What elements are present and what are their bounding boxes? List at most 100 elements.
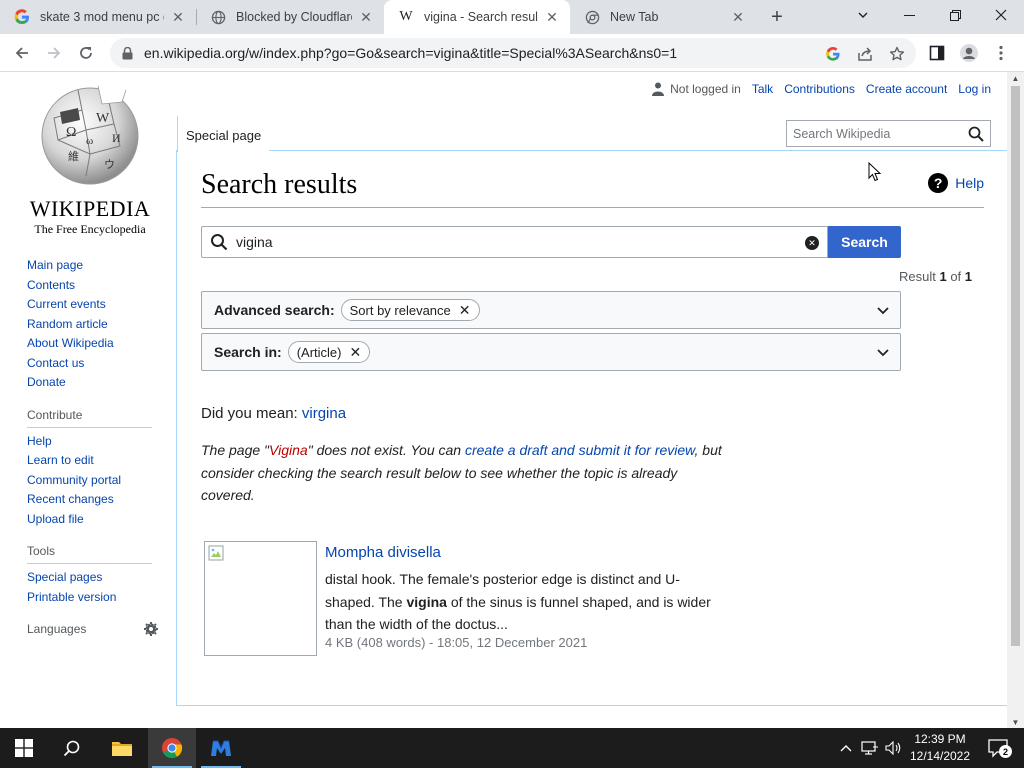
create-draft-link[interactable]: create a draft and submit it for review <box>465 442 695 458</box>
clear-icon[interactable]: ✕ <box>805 236 819 250</box>
sidebar-item-special-pages[interactable]: Special pages <box>27 568 167 588</box>
sidebar-item-upload-file[interactable]: Upload file <box>27 510 167 530</box>
contributions-link[interactable]: Contributions <box>784 82 855 96</box>
taskbar-chrome[interactable] <box>148 728 196 768</box>
search-form: vigina ✕ Search <box>201 226 901 258</box>
taskbar-malwarebytes[interactable] <box>197 728 245 768</box>
side-panel-button[interactable] <box>926 42 948 64</box>
scroll-thumb[interactable] <box>1011 86 1020 646</box>
header-search-input[interactable]: Search Wikipedia <box>786 120 991 147</box>
page-scrollbar[interactable]: ▲ ▼ <box>1007 72 1024 728</box>
result-title-link[interactable]: Mompha divisella <box>325 544 441 561</box>
share-icon[interactable] <box>856 45 874 63</box>
close-icon[interactable]: ✕ <box>170 9 186 25</box>
gear-icon[interactable] <box>143 621 159 637</box>
sidebar-item-donate[interactable]: Donate <box>27 373 167 393</box>
help-link[interactable]: ? Help <box>928 173 984 193</box>
talk-link[interactable]: Talk <box>752 82 773 96</box>
sidebar-item-about[interactable]: About Wikipedia <box>27 334 167 354</box>
close-icon[interactable]: ✕ <box>730 9 746 25</box>
sidebar-item-contact[interactable]: Contact us <box>27 354 167 374</box>
sidebar-item-community-portal[interactable]: Community portal <box>27 471 167 491</box>
back-button[interactable] <box>10 41 34 65</box>
tab-search-button[interactable] <box>840 0 886 30</box>
taskbar-file-explorer[interactable] <box>98 728 146 768</box>
close-icon[interactable]: ✕ <box>358 9 374 25</box>
chrome-icon <box>162 738 183 759</box>
sidebar-item-recent-changes[interactable]: Recent changes <box>27 490 167 510</box>
sidebar-item-random-article[interactable]: Random article <box>27 315 167 335</box>
bookmark-star-icon[interactable] <box>888 45 906 63</box>
sidebar-item-help[interactable]: Help <box>27 432 167 452</box>
address-bar[interactable]: en.wikipedia.org/w/index.php?go=Go&searc… <box>110 38 916 68</box>
restore-button[interactable] <box>932 0 978 30</box>
did-you-mean-link[interactable]: virgina <box>302 405 346 422</box>
sidebar-heading-contribute: Contribute <box>27 407 152 428</box>
search-icon[interactable] <box>968 126 984 142</box>
svg-text:W: W <box>96 111 110 126</box>
action-center-button[interactable]: 2 <box>988 738 1012 758</box>
sidebar-item-current-events[interactable]: Current events <box>27 295 167 315</box>
advanced-search-panel[interactable]: Advanced search: Sort by relevance ✕ <box>201 291 901 329</box>
chevron-down-icon[interactable] <box>876 303 890 317</box>
kebab-menu-icon <box>999 45 1003 61</box>
chevron-down-icon[interactable] <box>876 345 890 359</box>
create-account-link[interactable]: Create account <box>866 82 947 96</box>
folder-icon <box>112 742 132 756</box>
tab-google-search[interactable]: skate 3 mod menu pc d ✕ <box>0 0 196 34</box>
scroll-down-icon[interactable]: ▼ <box>1011 718 1020 727</box>
windows-taskbar: 12:39 PM 12/14/2022 2 <box>0 728 1024 768</box>
tab-special-page[interactable]: Special page <box>177 116 270 153</box>
taskbar-search-button[interactable] <box>48 728 96 768</box>
forward-button[interactable] <box>42 41 66 65</box>
log-in-link[interactable]: Log in <box>958 82 991 96</box>
result-snippet: distal hook. The female's posterior edge… <box>325 568 725 636</box>
search-icon <box>211 234 228 251</box>
close-icon[interactable]: ✕ <box>459 302 471 319</box>
sidebar-item-main-page[interactable]: Main page <box>27 256 167 276</box>
tab-new-tab[interactable]: New Tab ✕ <box>570 0 756 34</box>
sort-chip[interactable]: Sort by relevance ✕ <box>340 299 480 321</box>
scroll-up-icon[interactable]: ▲ <box>1011 74 1020 83</box>
notification-count: 2 <box>999 745 1012 758</box>
close-icon[interactable]: ✕ <box>349 344 361 361</box>
result-thumbnail[interactable] <box>204 541 317 656</box>
help-label: Help <box>955 175 984 191</box>
arrow-right-icon <box>48 47 61 59</box>
close-window-button[interactable] <box>978 0 1024 30</box>
tab-wikipedia-search[interactable]: W vigina - Search results ✕ <box>384 0 570 34</box>
volume-icon[interactable] <box>884 738 904 758</box>
lock-icon[interactable] <box>122 46 136 60</box>
header-search-placeholder: Search Wikipedia <box>793 126 891 141</box>
namespace-chip-label: (Article) <box>296 344 342 360</box>
start-button[interactable] <box>0 728 48 768</box>
chrome-menu-button[interactable] <box>990 42 1012 64</box>
red-page-link[interactable]: Vigina <box>269 442 308 458</box>
restore-icon <box>949 9 961 21</box>
logo-tagline: The Free Encyclopedia <box>34 222 146 236</box>
search-button[interactable]: Search <box>828 226 901 258</box>
sidebar-item-contents[interactable]: Contents <box>27 276 167 296</box>
page-title: Search results <box>201 169 358 200</box>
network-icon[interactable] <box>860 738 880 758</box>
svg-text:ω: ω <box>86 135 93 147</box>
search-in-panel[interactable]: Search in: (Article) ✕ <box>201 333 901 371</box>
tab-cloudflare[interactable]: Blocked by Cloudflare ✕ <box>196 0 384 34</box>
sidebar-item-learn-to-edit[interactable]: Learn to edit <box>27 451 167 471</box>
taskbar-clock[interactable]: 12:39 PM 12/14/2022 <box>906 731 974 765</box>
reload-button[interactable] <box>74 41 98 65</box>
minimize-button[interactable] <box>886 0 932 30</box>
clock-time: 12:39 PM <box>914 732 966 746</box>
notice-text: The page " <box>201 442 270 458</box>
close-icon[interactable]: ✕ <box>544 9 560 25</box>
new-tab-button[interactable]: + <box>766 6 788 28</box>
search-input[interactable]: vigina ✕ <box>201 226 828 258</box>
sidebar-item-printable-version[interactable]: Printable version <box>27 588 167 608</box>
windows-logo-icon <box>15 739 33 757</box>
namespace-chip[interactable]: (Article) ✕ <box>287 341 371 363</box>
google-lens-icon[interactable] <box>824 45 842 63</box>
wikipedia-logo[interactable]: Ω W И 維 ウ ω WIKIPEDIA The Free Encyclope… <box>22 84 158 236</box>
tray-overflow-chevron-up-icon[interactable] <box>836 738 856 758</box>
profile-button[interactable] <box>958 42 980 64</box>
result-meta: 4 KB (408 words) - 18:05, 12 December 20… <box>325 635 588 650</box>
